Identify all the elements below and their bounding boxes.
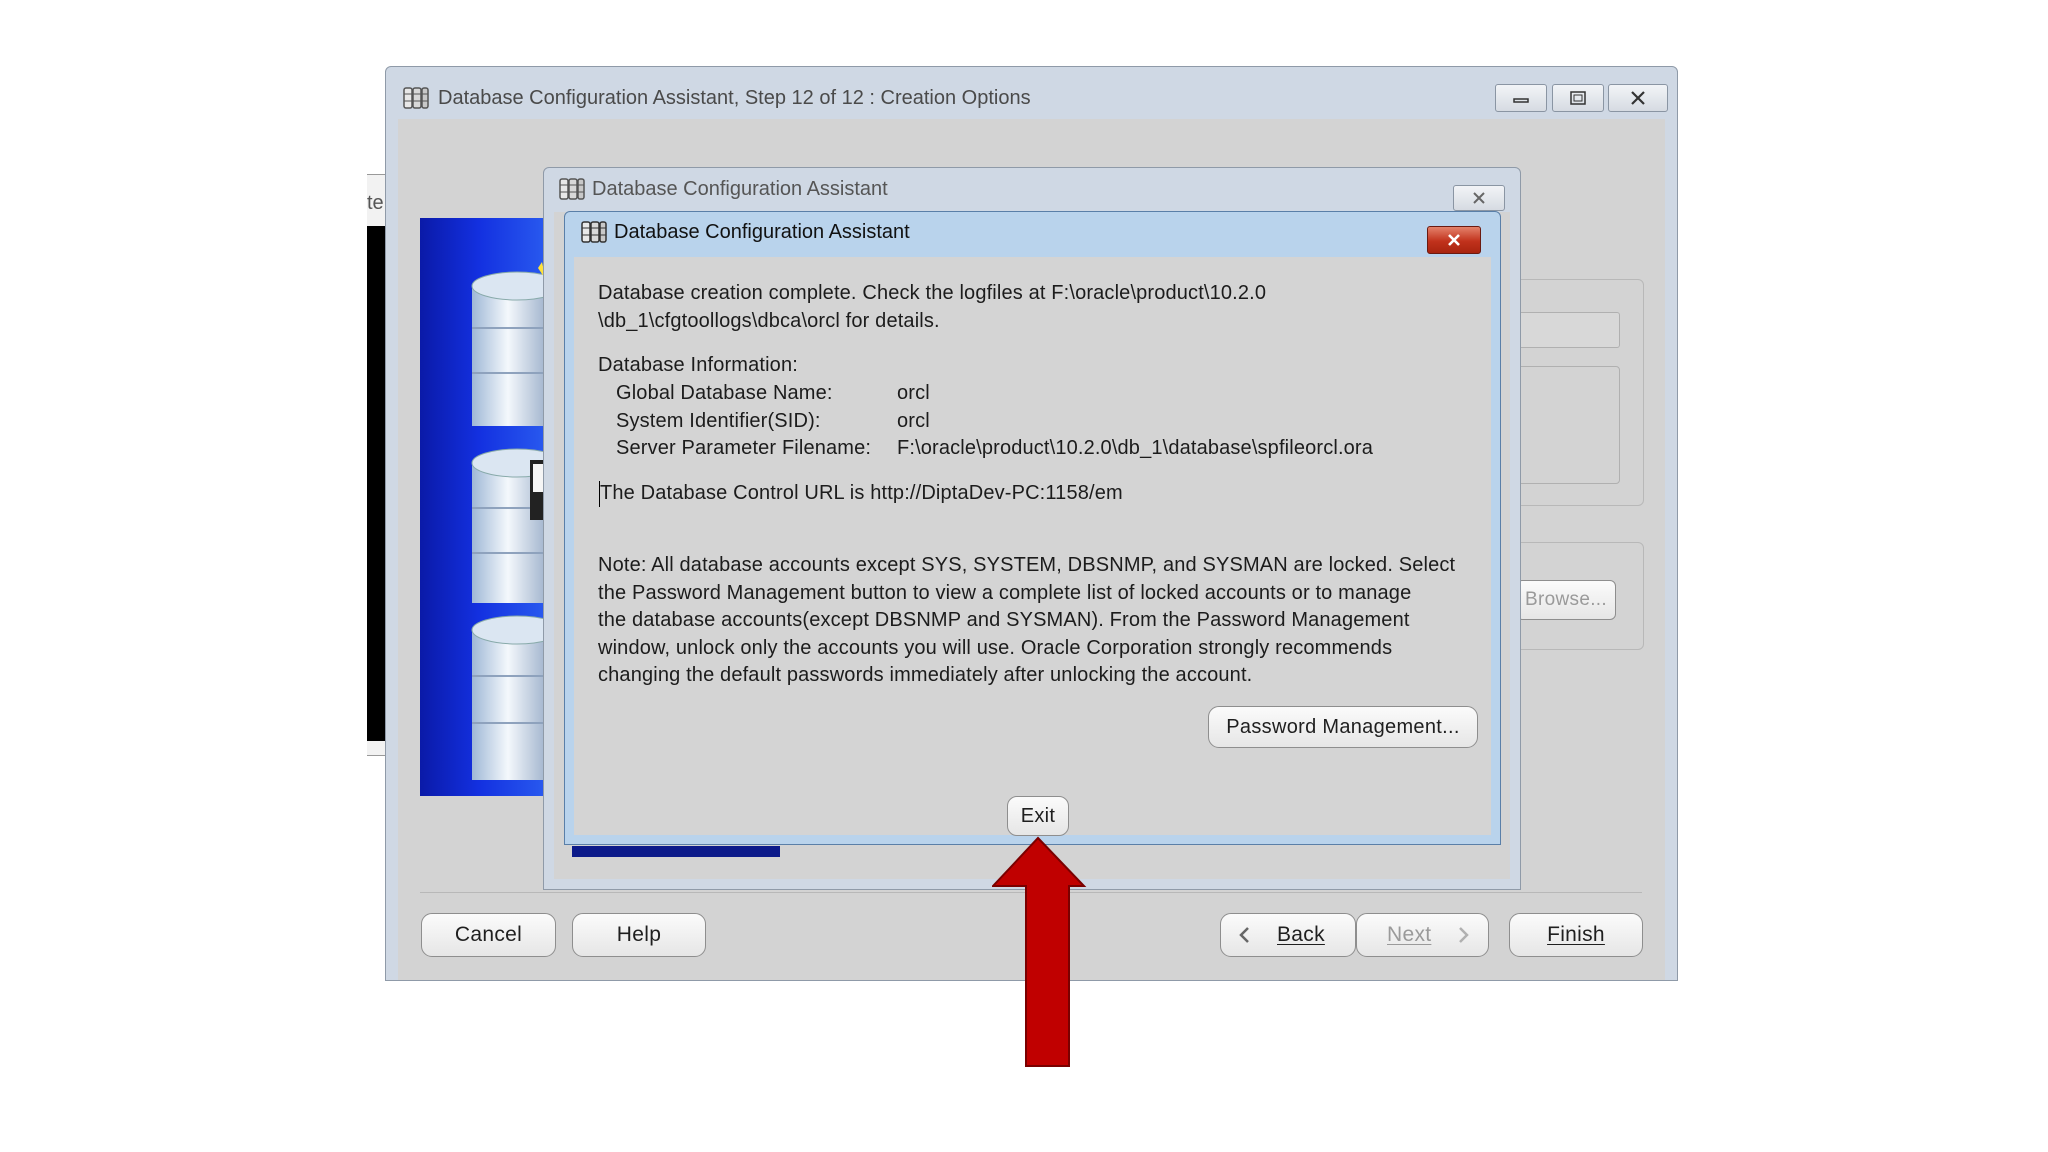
password-management-button[interactable]: Password Management... — [1208, 706, 1478, 748]
close-icon — [1631, 91, 1645, 105]
help-button[interactable]: Help — [572, 913, 706, 957]
close-icon — [1473, 192, 1485, 204]
next-label: Next — [1387, 923, 1432, 946]
database-cylinder-icon — [471, 615, 550, 780]
browse-button[interactable]: Browse... — [1516, 580, 1616, 620]
note-line: the database accounts(except DBSNMP and … — [598, 609, 1410, 631]
info-label-global-name: Global Database Name: — [616, 382, 833, 404]
completion-dialog-client-area — [574, 257, 1491, 835]
progress-dialog-titlebar[interactable]: Database Configuration Assistant — [544, 168, 1520, 210]
info-value-spfile: F:\oracle\product\10.2.0\db_1\database\s… — [897, 437, 1374, 459]
finish-button[interactable]: Finish — [1509, 913, 1643, 957]
note-line: Note: All database accounts except SYS, … — [598, 554, 1456, 576]
chevron-right-icon — [1459, 927, 1470, 943]
control-url-line: The Database Control URL is http://Dipta… — [600, 482, 1123, 504]
completion-message-line1: Database creation complete. Check the lo… — [598, 282, 1267, 304]
info-value-global-name: orcl — [897, 382, 930, 404]
back-label: Back — [1277, 923, 1325, 946]
note-line: window, unlock only the accounts you wil… — [598, 637, 1393, 659]
info-value-sid: orcl — [897, 410, 930, 432]
database-illustration — [420, 218, 550, 796]
maximize-button[interactable] — [1552, 84, 1604, 112]
completion-dialog: Database Configuration Assistant — [564, 211, 1501, 845]
close-icon — [1448, 234, 1460, 246]
note-line: changing the default passwords immediate… — [598, 664, 1253, 686]
dbca-app-icon — [402, 85, 430, 111]
completion-dialog-titlebar[interactable]: Database Configuration Assistant — [565, 212, 1500, 252]
main-window-title: Database Configuration Assistant, Step 1… — [438, 86, 1031, 109]
back-button[interactable]: Back — [1220, 913, 1356, 957]
info-label-spfile: Server Parameter Filename: — [616, 437, 872, 459]
progress-bar-fill — [572, 846, 780, 857]
info-label-sid: System Identifier(SID): — [616, 410, 821, 432]
minimize-button[interactable] — [1495, 84, 1547, 112]
completion-dialog-title: Database Configuration Assistant — [614, 220, 910, 243]
database-info-heading: Database Information: — [598, 354, 798, 376]
progress-dialog-close-button[interactable] — [1453, 185, 1505, 211]
red-annotation-arrow — [992, 836, 1087, 1067]
dbca-app-icon — [558, 176, 586, 202]
database-cylinder-icon — [471, 271, 550, 426]
note-line: the Password Management button to view a… — [598, 582, 1412, 604]
next-button[interactable]: Next — [1356, 913, 1489, 957]
maximize-icon — [1570, 91, 1586, 105]
chevron-left-icon — [1239, 927, 1249, 943]
completion-dialog-close-button[interactable] — [1427, 226, 1481, 254]
background-window-text: te — [367, 192, 384, 214]
cancel-button[interactable]: Cancel — [421, 913, 556, 957]
dbca-app-icon — [580, 219, 608, 245]
minimize-icon — [1513, 98, 1529, 103]
progress-dialog-title: Database Configuration Assistant — [592, 177, 888, 200]
finish-label: Finish — [1547, 923, 1605, 946]
exit-button[interactable]: Exit — [1007, 796, 1069, 836]
background-window-dark-strip — [367, 226, 385, 741]
close-button[interactable] — [1608, 84, 1668, 112]
completion-message-line2: \db_1\cfgtoollogs\dbca\orcl for details. — [598, 310, 940, 332]
